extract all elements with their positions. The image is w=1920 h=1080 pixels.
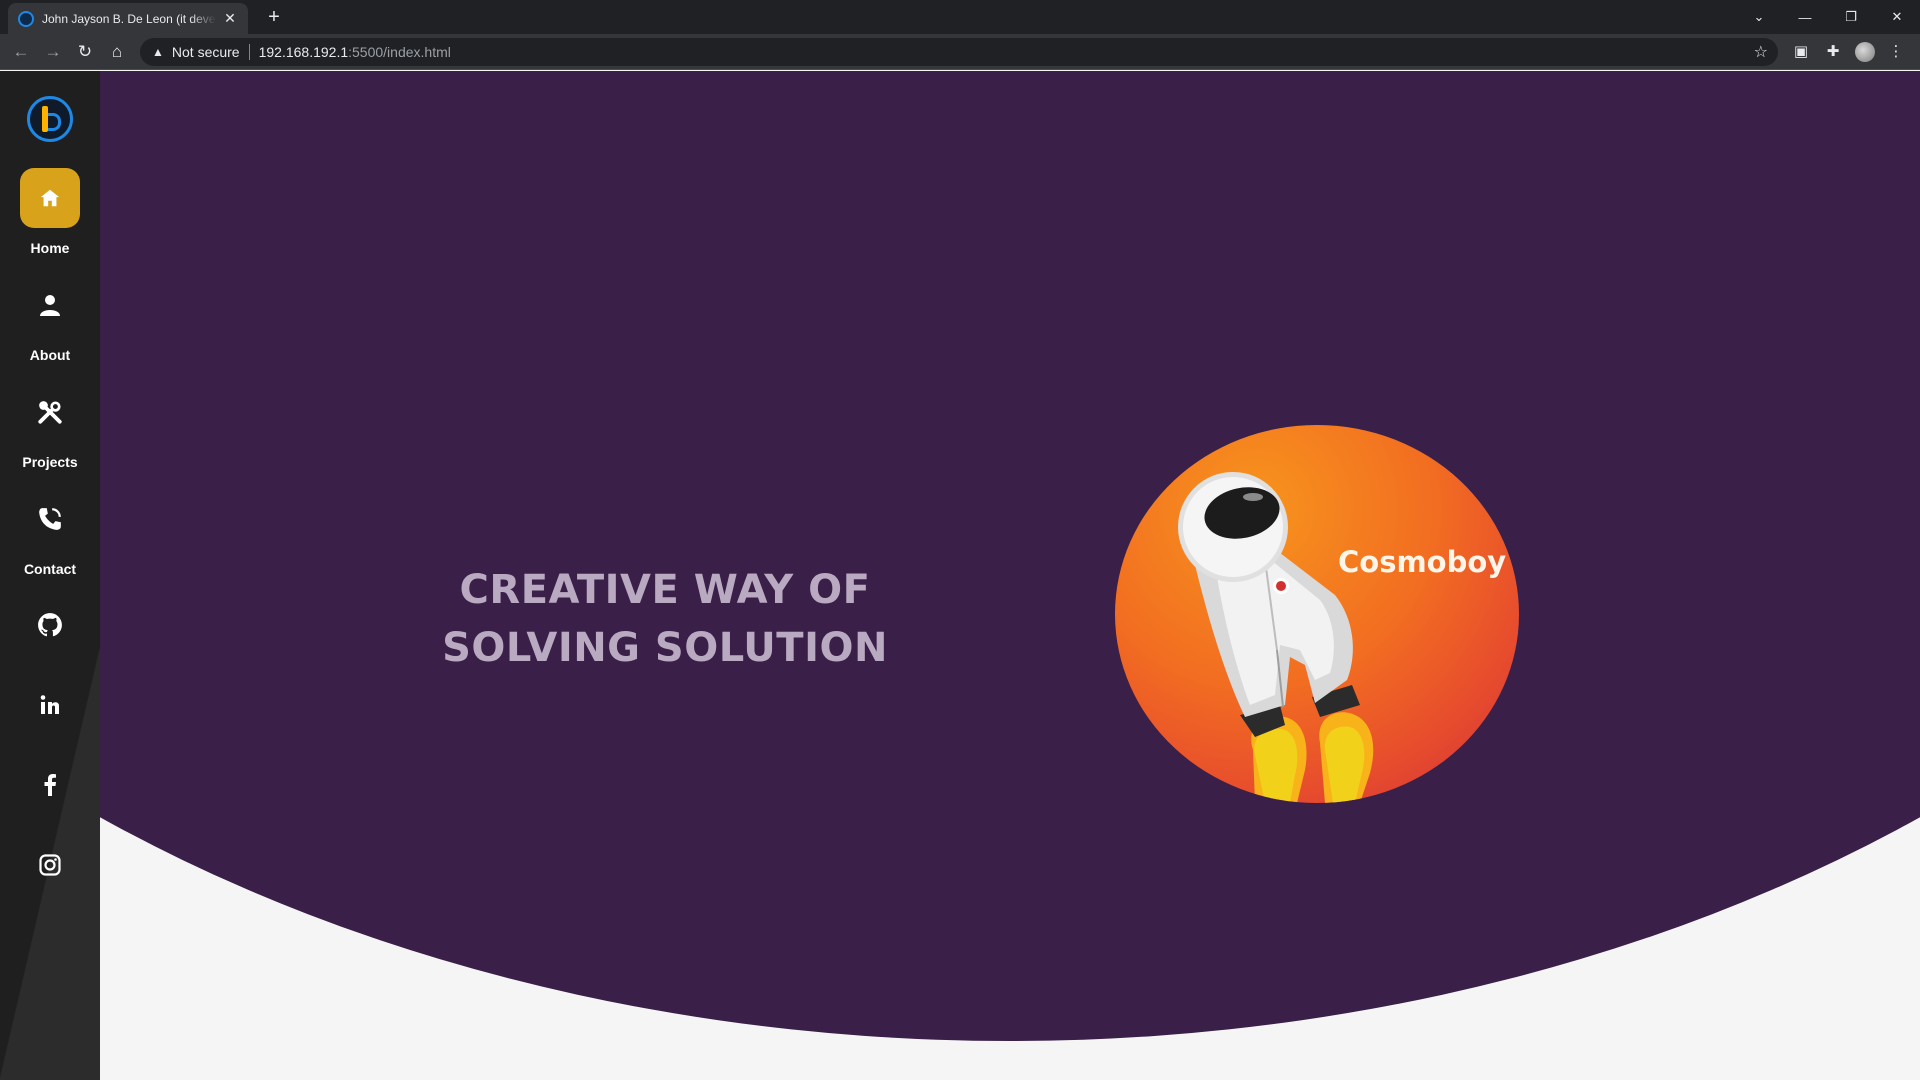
warning-icon[interactable]: ▲ bbox=[152, 45, 164, 59]
phone-icon[interactable] bbox=[20, 489, 80, 549]
github-icon[interactable] bbox=[0, 605, 100, 645]
extension-icon[interactable]: ▣ bbox=[1790, 41, 1812, 63]
tab-search-icon[interactable]: ⌄ bbox=[1736, 9, 1782, 25]
nav-label-projects: Projects bbox=[22, 454, 78, 470]
url-host[interactable]: 192.168.192.1 bbox=[259, 44, 349, 60]
address-bar[interactable]: ▲ Not secure 192.168.192.1:5500/index.ht… bbox=[140, 38, 1778, 66]
instagram-icon[interactable] bbox=[0, 845, 100, 885]
nav-label-about: About bbox=[29, 347, 71, 363]
profile-avatar[interactable] bbox=[1855, 42, 1875, 62]
hero-headline: CREATIVE WAY OF SOLVING SOLUTION bbox=[430, 561, 900, 677]
reload-icon[interactable]: ↻ bbox=[74, 41, 96, 63]
tools-icon[interactable] bbox=[20, 382, 80, 442]
nav-home[interactable]: Home bbox=[0, 168, 100, 256]
tab-close-icon[interactable]: ✕ bbox=[222, 10, 238, 27]
site-favicon-icon bbox=[18, 10, 34, 27]
astronaut-illustration bbox=[1178, 472, 1374, 803]
window-buttons: — ❐ ✕ bbox=[1782, 0, 1920, 34]
restore-icon[interactable]: ❐ bbox=[1828, 9, 1874, 25]
tab-title: John Jayson B. De Leon (it developer) bbox=[42, 11, 216, 26]
browser-toolbar: ← → ↻ ⌂ ▲ Not secure 192.168.192.1:5500/… bbox=[0, 34, 1920, 70]
hero-background bbox=[100, 71, 1920, 1042]
brand-name: Cosmoboy bbox=[1338, 545, 1507, 579]
divider bbox=[248, 44, 250, 60]
page: Home About Projects Contact CREATIVE WAY… bbox=[0, 71, 1920, 1080]
cosmoboy-avatar bbox=[1115, 425, 1519, 803]
forward-icon[interactable]: → bbox=[42, 41, 64, 63]
linkedin-icon[interactable] bbox=[0, 685, 100, 725]
nav-contact[interactable]: Contact bbox=[0, 489, 100, 577]
headline-line-1: CREATIVE WAY OF bbox=[459, 567, 871, 613]
user-icon[interactable] bbox=[20, 275, 80, 335]
extensions-puzzle-icon[interactable]: ✚ bbox=[1822, 41, 1844, 63]
facebook-icon[interactable] bbox=[0, 765, 100, 805]
window-controls: ⌄ bbox=[1736, 0, 1782, 34]
nav-projects[interactable]: Projects bbox=[0, 382, 100, 470]
security-label[interactable]: Not secure bbox=[172, 44, 240, 60]
headline-line-2: SOLVING SOLUTION bbox=[442, 625, 888, 671]
close-window-icon[interactable]: ✕ bbox=[1874, 9, 1920, 25]
url-path[interactable]: :5500/index.html bbox=[348, 44, 451, 60]
bookmark-star-icon[interactable]: ☆ bbox=[1754, 42, 1768, 62]
sidebar: Home About Projects Contact bbox=[0, 71, 100, 1080]
browser-tab[interactable]: John Jayson B. De Leon (it developer) ✕ bbox=[8, 3, 248, 34]
nav-label-home: Home bbox=[30, 240, 70, 256]
home-browser-icon[interactable]: ⌂ bbox=[106, 41, 128, 63]
nav-label-contact: Contact bbox=[23, 561, 77, 577]
back-icon[interactable]: ← bbox=[10, 41, 32, 63]
browser-menu-icon[interactable]: ⋮ bbox=[1885, 41, 1907, 63]
nav-about[interactable]: About bbox=[0, 275, 100, 363]
site-logo[interactable] bbox=[27, 96, 73, 142]
new-tab-button[interactable]: + bbox=[262, 5, 286, 29]
browser-tab-strip: John Jayson B. De Leon (it developer) ✕ … bbox=[0, 0, 1920, 34]
minimize-icon[interactable]: — bbox=[1782, 10, 1828, 25]
home-icon[interactable] bbox=[20, 168, 80, 228]
